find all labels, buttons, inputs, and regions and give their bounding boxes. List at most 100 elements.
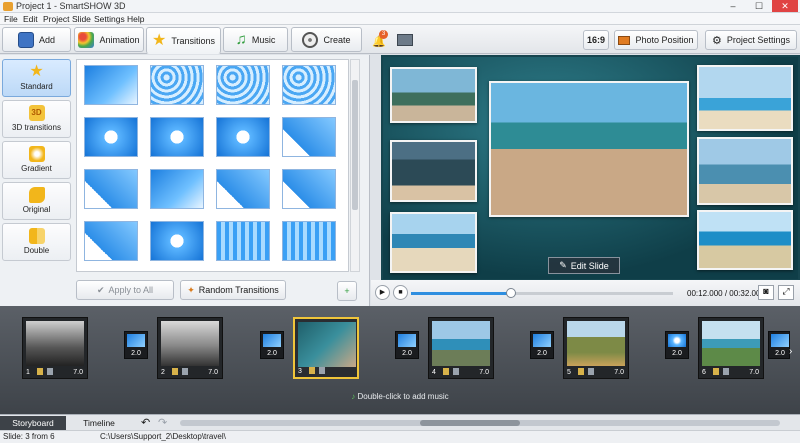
category-double[interactable]: Double — [2, 223, 71, 261]
play-button[interactable]: ▶ — [375, 285, 390, 300]
seek-handle[interactable] — [506, 288, 516, 298]
edit-mini-icon[interactable] — [309, 367, 315, 374]
maximize-button[interactable]: ☐ — [746, 0, 772, 12]
sound-mini-icon[interactable] — [588, 368, 594, 375]
slide-card-3[interactable]: 3 — [293, 317, 359, 379]
star-icon: ★ — [29, 63, 44, 80]
category-3d[interactable]: 3D 3D transitions — [2, 100, 71, 138]
tab-add[interactable]: Add — [2, 27, 71, 52]
category-gradient[interactable]: Gradient — [2, 141, 71, 179]
close-button[interactable]: ✕ — [772, 0, 798, 12]
undo-icon[interactable]: ↶ — [141, 416, 150, 429]
transition-thumb[interactable] — [282, 65, 336, 105]
menu-edit[interactable]: Edit — [23, 14, 38, 24]
transition-thumb[interactable] — [150, 169, 204, 209]
transition-thumb[interactable] — [216, 65, 270, 105]
sound-mini-icon[interactable] — [319, 367, 325, 374]
random-transitions-button[interactable]: ✦ Random Transitions — [180, 280, 286, 300]
tab-transitions-label: Transitions — [171, 35, 216, 46]
project-settings-button[interactable]: ⚙ Project Settings — [705, 30, 797, 50]
snapshot-button[interactable]: ◙ — [758, 285, 774, 300]
category-standard[interactable]: ★ Standard — [2, 59, 71, 97]
slide-card-2[interactable]: 2 7.0 — [157, 317, 223, 379]
plus-icon: + — [344, 286, 350, 296]
transition-thumb[interactable] — [282, 221, 336, 261]
seek-bar[interactable] — [411, 288, 673, 298]
minimize-button[interactable]: – — [720, 0, 746, 12]
slide-card-1[interactable]: 1 7.0 — [22, 317, 88, 379]
transition-slot-5[interactable]: 2.0 — [665, 331, 689, 359]
camera-icon: ◙ — [763, 286, 769, 296]
sound-mini-icon[interactable] — [453, 368, 459, 375]
edit-mini-icon[interactable] — [37, 368, 43, 375]
tab-timeline[interactable]: Timeline — [66, 416, 132, 430]
stop-button[interactable]: ■ — [393, 285, 408, 300]
fullscreen-button[interactable]: ⤢ — [778, 285, 794, 300]
transition-thumb[interactable] — [150, 117, 204, 157]
transition-slot-3[interactable]: 2.0 — [395, 331, 419, 359]
tab-storyboard[interactable]: Storyboard — [0, 416, 66, 430]
apply-to-all-label: Apply to All — [108, 285, 154, 295]
category-standard-label: Standard — [20, 82, 53, 91]
transition-thumb[interactable] — [282, 169, 336, 209]
main-toolbar: Add Animation ★ Transitions ♫ Music Crea… — [0, 25, 800, 54]
scrollbar-thumb[interactable] — [352, 80, 358, 210]
transition-thumb[interactable] — [282, 117, 336, 157]
tab-music[interactable]: ♫ Music — [223, 27, 288, 52]
scroll-right-arrow-icon[interactable]: › — [789, 346, 792, 357]
transition-thumb[interactable] — [216, 221, 270, 261]
fullscreen-icon: ⤢ — [782, 286, 790, 296]
music-note-icon: ♪ — [351, 392, 356, 401]
stop-icon: ■ — [398, 289, 403, 296]
menu-project[interactable]: Project — [43, 14, 69, 24]
transition-thumb[interactable] — [84, 117, 138, 157]
transition-thumb[interactable] — [216, 117, 270, 157]
audio-track-hint[interactable]: ♪ Double-click to add music — [0, 392, 800, 406]
transition-thumb[interactable] — [150, 65, 204, 105]
menu-file[interactable]: File — [4, 14, 18, 24]
edit-mini-icon[interactable] — [172, 368, 178, 375]
slide-card-6[interactable]: 6 7.0 — [698, 317, 764, 379]
redo-icon[interactable]: ↷ — [158, 416, 167, 429]
edit-mini-icon[interactable] — [578, 368, 584, 375]
tab-animation[interactable]: Animation — [74, 27, 144, 52]
sound-mini-icon[interactable] — [47, 368, 53, 375]
main-collage-photo — [489, 81, 689, 217]
slide-thumbnail — [702, 321, 760, 366]
slide-card-5[interactable]: 5 7.0 — [563, 317, 629, 379]
transition-thumb[interactable] — [150, 221, 204, 261]
transition-slot-1[interactable]: 2.0 — [124, 331, 148, 359]
transition-thumb[interactable] — [84, 169, 138, 209]
storyboard-scrollbar[interactable] — [180, 420, 780, 426]
transition-grid-scrollbar[interactable] — [350, 59, 360, 272]
menu-help[interactable]: Help — [127, 14, 144, 24]
aspect-ratio-button[interactable]: 16:9 — [583, 30, 609, 50]
transition-slot-6[interactable]: 2.0 — [768, 331, 790, 359]
category-original[interactable]: Original — [2, 182, 71, 220]
edit-slide-button[interactable]: ✎ Edit Slide — [548, 257, 620, 274]
tab-transitions[interactable]: ★ Transitions — [146, 27, 221, 54]
transition-grid — [76, 59, 349, 272]
transition-slot-4[interactable]: 2.0 — [530, 331, 554, 359]
notifications-button[interactable]: 🔔 3 — [372, 30, 388, 48]
transition-slot-2[interactable]: 2.0 — [260, 331, 284, 359]
apply-icon: ✔ — [96, 284, 105, 295]
menu-slide[interactable]: Slide — [72, 14, 91, 24]
transition-thumb[interactable] — [84, 221, 138, 261]
add-transition-button[interactable]: + — [337, 281, 357, 301]
slide-card-4[interactable]: 4 7.0 — [428, 317, 494, 379]
scrollbar-thumb[interactable] — [420, 420, 520, 426]
transition-thumb[interactable] — [84, 65, 138, 105]
tab-create[interactable]: Create — [291, 27, 362, 52]
gear-icon: ⚙ — [712, 34, 722, 47]
sound-mini-icon[interactable] — [182, 368, 188, 375]
transition-thumb[interactable] — [216, 169, 270, 209]
apply-to-all-button[interactable]: ✔ Apply to All — [76, 280, 174, 300]
edit-mini-icon[interactable] — [443, 368, 449, 375]
gallery-icon[interactable] — [397, 34, 413, 46]
photo-position-button[interactable]: Photo Position — [614, 30, 698, 50]
collage-photo — [697, 137, 793, 205]
sound-mini-icon[interactable] — [723, 368, 729, 375]
edit-mini-icon[interactable] — [713, 368, 719, 375]
menu-settings[interactable]: Settings — [94, 14, 125, 24]
